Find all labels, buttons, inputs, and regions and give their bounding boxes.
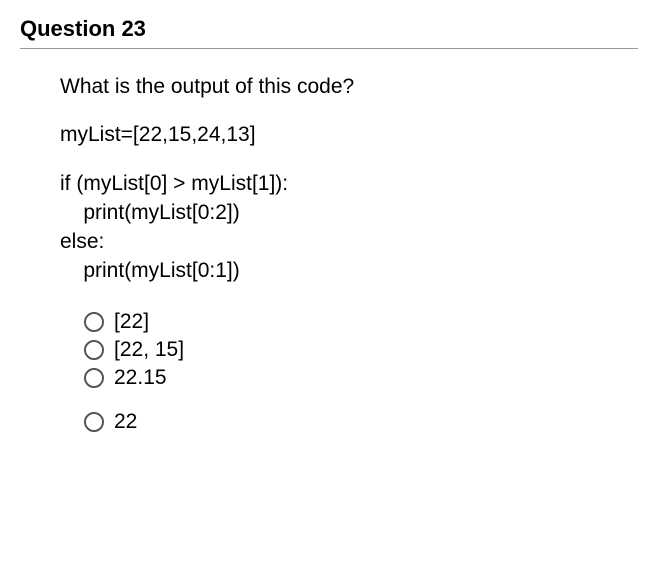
- code-line: print(myList[0:1]): [60, 257, 638, 286]
- radio-icon: [84, 412, 104, 432]
- question-prompt: What is the output of this code?: [60, 75, 638, 99]
- radio-icon: [84, 368, 104, 388]
- option-label: [22]: [114, 310, 149, 334]
- code-line: else:: [60, 228, 638, 257]
- code-line: if (myList[0] > myList[1]):: [60, 170, 638, 199]
- options-group: [22] [22, 15] 22.15 22: [60, 310, 638, 434]
- question-header: Question 23: [20, 16, 638, 49]
- question-body: What is the output of this code? myList=…: [20, 75, 638, 434]
- option-a[interactable]: [22]: [84, 310, 638, 334]
- radio-icon: [84, 312, 104, 332]
- code-line: print(myList[0:2]): [60, 199, 638, 228]
- option-label: 22.15: [114, 366, 167, 390]
- code-block: myList=[22,15,24,13] if (myList[0] > myL…: [60, 121, 638, 286]
- code-line: myList=[22,15,24,13]: [60, 121, 638, 150]
- option-label: 22: [114, 410, 137, 434]
- option-d[interactable]: 22: [84, 410, 638, 434]
- option-b[interactable]: [22, 15]: [84, 338, 638, 362]
- option-label: [22, 15]: [114, 338, 184, 362]
- radio-icon: [84, 340, 104, 360]
- option-c[interactable]: 22.15: [84, 366, 638, 390]
